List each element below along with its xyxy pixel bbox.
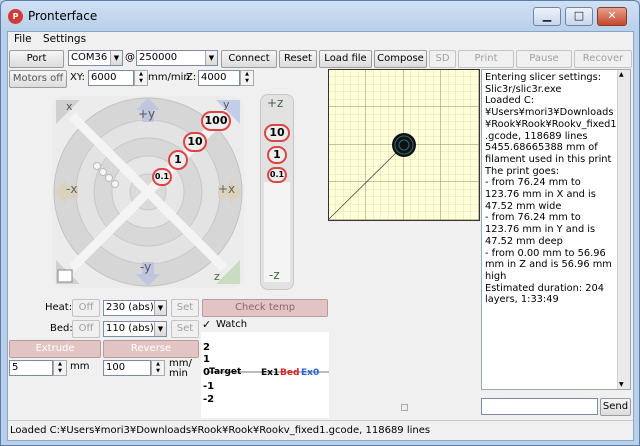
bed-value: 110 (abs)	[106, 323, 154, 334]
recover-button[interactable]: Recover	[574, 50, 632, 68]
z-step-1-button[interactable]: 1	[267, 146, 287, 164]
scroll-down-icon[interactable]: ▼	[619, 381, 624, 388]
scroll-up-icon[interactable]: ▲	[619, 71, 624, 78]
status-bar: Loaded C:¥Users¥mori3¥Downloads¥Rook¥Roo…	[8, 420, 633, 440]
window: P Pronterface ▁ □ ✕ File Settings Port C…	[0, 0, 640, 446]
port-button[interactable]: Port	[9, 50, 64, 68]
jog-z-minus-label[interactable]: -z	[269, 268, 280, 282]
z-feedrate-input[interactable]: 4000	[198, 70, 240, 86]
xy-feedrate-spinner[interactable]: ▲ ▼	[134, 70, 148, 86]
heat-set-button[interactable]: Set	[171, 299, 199, 317]
z-step-0.1-button[interactable]: 0.1	[267, 167, 287, 183]
heat-value: 230 (abs)	[106, 302, 154, 313]
heat-select[interactable]: 230 (abs) ▼	[103, 300, 167, 316]
jog-y-minus-label[interactable]: -y	[140, 260, 151, 274]
home-xy-button[interactable]: x	[66, 100, 73, 113]
watch-label: Watch	[216, 319, 248, 330]
jog-x-minus-label[interactable]: -x	[66, 182, 77, 196]
watch-checkbox[interactable]: ✓	[202, 318, 211, 331]
extrude-length-unit: mm	[70, 361, 90, 372]
extrude-speed-spinner[interactable]: ▲ ▼	[151, 360, 165, 376]
chevron-down-icon: ▼	[154, 301, 166, 315]
print-preview[interactable]	[328, 69, 480, 221]
bed-label: Bed:	[50, 323, 73, 334]
close-button[interactable]: ✕	[597, 7, 627, 26]
port-value: COM36	[71, 52, 108, 63]
bed-select[interactable]: 110 (abs) ▼	[103, 321, 167, 337]
menu-bar: File Settings	[8, 32, 633, 47]
load-file-button[interactable]: Load file	[319, 50, 372, 68]
jog-z-plus-label[interactable]: +z	[267, 96, 283, 110]
title-bar[interactable]: P Pronterface ▁ □ ✕	[1, 1, 639, 31]
menu-file[interactable]: File	[14, 33, 32, 45]
motors-off-button[interactable]: Motors off	[9, 70, 67, 88]
send-button[interactable]: Send	[600, 398, 631, 416]
graph-tick-2: 2	[203, 342, 210, 353]
mm-min-label: mm/min	[148, 72, 190, 83]
step-10-button[interactable]: 10	[183, 132, 207, 152]
step-100-button[interactable]: 100	[201, 111, 231, 131]
home-z-button[interactable]: z	[214, 270, 220, 283]
client-area: File Settings Port COM36 ▼ @ 250000 ▼ Conn…	[7, 31, 634, 441]
command-input[interactable]	[481, 398, 598, 415]
z-label: Z:	[186, 72, 197, 83]
connect-button[interactable]: Connect	[221, 50, 277, 68]
reverse-button[interactable]: Reverse	[103, 340, 199, 358]
console-text: Entering slicer settings: Slic3r/slic3r.…	[485, 72, 617, 306]
graph-legend-ex0: Ex0	[301, 368, 320, 378]
graph-legend-target: Target	[209, 367, 242, 377]
z-feedrate-spinner[interactable]: ▲ ▼	[240, 70, 254, 86]
z-jog-track	[264, 182, 290, 282]
check-temp-button[interactable]: Check temp	[202, 299, 328, 317]
at-label: @	[125, 52, 135, 63]
graph-tick-1: 1	[203, 354, 210, 365]
chevron-down-icon: ▼	[110, 51, 122, 65]
compose-button[interactable]: Compose	[374, 50, 427, 68]
graph-legend-ex1: Ex1	[261, 368, 280, 378]
baud-value: 250000	[139, 52, 178, 63]
extrude-speed-input[interactable]: 100	[103, 360, 151, 376]
maximize-button[interactable]: □	[565, 7, 593, 26]
pause-button[interactable]: Pause	[516, 50, 572, 68]
jog-x-plus-label[interactable]: +x	[218, 182, 235, 196]
bed-set-button[interactable]: Set	[171, 320, 199, 338]
xy-label: XY:	[70, 72, 85, 83]
extrude-speed-unit: mm/ min	[169, 358, 192, 379]
heat-off-button[interactable]: Off	[72, 299, 100, 317]
graph-legend-bed: Bed	[280, 368, 300, 378]
console-scrollbar[interactable]: ▲ ▼	[617, 70, 630, 389]
menu-settings[interactable]: Settings	[43, 33, 86, 45]
resize-grip-icon[interactable]	[401, 404, 408, 411]
z-step-10-button[interactable]: 10	[264, 124, 290, 142]
sd-button[interactable]: SD	[429, 50, 456, 68]
app-icon: P	[8, 9, 23, 24]
extrude-length-input[interactable]: 5	[9, 360, 53, 376]
extrude-button[interactable]: Extrude	[9, 340, 101, 358]
baud-select[interactable]: 250000 ▼	[136, 50, 218, 66]
graph-tick-minus-2: -2	[203, 394, 215, 405]
minimize-button[interactable]: ▁	[533, 7, 561, 26]
console-log[interactable]: Entering slicer settings: Slic3r/slic3r.…	[481, 69, 631, 390]
reset-button[interactable]: Reset	[279, 50, 317, 68]
window-title: Pronterface	[28, 9, 98, 23]
graph-tick-minus-1: -1	[203, 381, 215, 392]
bed-off-button[interactable]: Off	[72, 320, 100, 338]
step-1-button[interactable]: 1	[168, 150, 188, 170]
chevron-down-icon: ▼	[154, 322, 166, 336]
heat-label: Heat:	[45, 302, 73, 313]
port-select[interactable]: COM36 ▼	[68, 50, 123, 66]
print-button[interactable]: Print	[458, 50, 514, 68]
home-y-button[interactable]: y	[223, 98, 230, 111]
jog-y-plus-label[interactable]: +y	[138, 107, 155, 121]
extrude-length-spinner[interactable]: ▲ ▼	[53, 360, 67, 376]
chevron-down-icon: ▼	[205, 51, 217, 65]
step-0.1-button[interactable]: 0.1	[152, 168, 172, 186]
xy-feedrate-input[interactable]: 6000	[88, 70, 134, 86]
status-text: Loaded C:¥Users¥mori3¥Downloads¥Rook¥Roo…	[10, 425, 431, 436]
